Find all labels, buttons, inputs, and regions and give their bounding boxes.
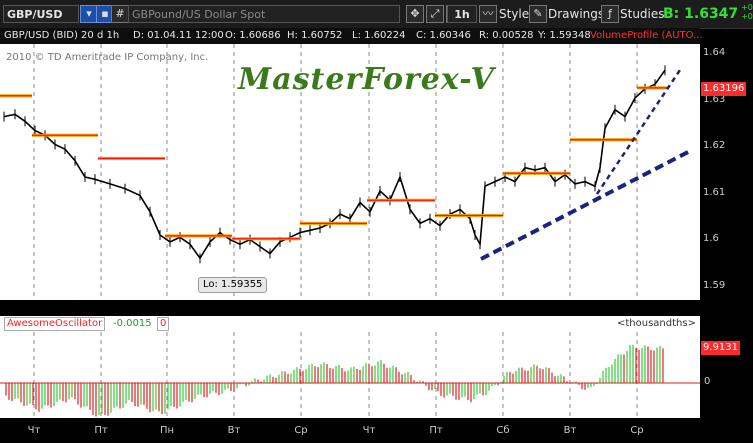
oscillator-name[interactable]: AwesomeOscillator	[4, 317, 106, 331]
study-name[interactable]: VolumeProfile (AUTO...	[590, 30, 703, 41]
price-tick: 1.64	[703, 47, 726, 58]
hash-button[interactable]: #	[111, 5, 129, 23]
oscillator-last-tag: 9.9131	[701, 341, 740, 355]
day-label: Ср	[630, 425, 644, 436]
oscillator-axis[interactable]: 9.9131 0	[700, 316, 753, 418]
oscillator-header: AwesomeOscillator -0.0015 0 <thousandths…	[0, 316, 700, 333]
change-top: +0.	[741, 3, 753, 12]
price-axis[interactable]: 1.64 1.63 1.62 1.61 1.6 1.59 1.63196	[700, 44, 753, 300]
bid-text: B: 1.6347	[663, 6, 739, 22]
pane-separator[interactable]	[0, 300, 753, 316]
price-tick: 1.59	[703, 280, 726, 291]
bid-price: B: 1.6347	[663, 4, 738, 24]
info-date: D: 01.04.11 12:00	[133, 30, 224, 41]
change-readout: +0. +0	[741, 3, 753, 21]
change-bottom: +0	[741, 12, 753, 21]
oscillator-pane[interactable]	[0, 332, 700, 418]
day-label: Сб	[496, 425, 510, 436]
low-price-label: Lo: 1.59355	[198, 277, 268, 293]
trend-line-lower	[480, 148, 693, 261]
price-tick: 1.6	[703, 233, 719, 244]
day-label: Вт	[563, 425, 577, 436]
symbol-period: GBP/USD (BID) 20 d 1h	[4, 30, 120, 41]
hash-text: #	[115, 7, 125, 20]
last-price-tag: 1.63196	[701, 82, 747, 96]
price-tick: 1.61	[703, 187, 726, 198]
oscillator-canvas	[0, 332, 700, 418]
symbol-text: GBP/USD	[7, 8, 63, 21]
day-label: Пт	[94, 425, 108, 436]
drawings-icon[interactable]: ✎	[529, 5, 547, 23]
style-button[interactable]: Style	[499, 4, 529, 24]
oscillator-value: -0.0015	[113, 318, 152, 329]
description-field: GBPound/US Dollar Spot	[128, 5, 400, 23]
price-chart[interactable]: 2010 © TD Ameritrade IP Company, Inc. Ma…	[0, 44, 700, 300]
price-tick: 1.62	[703, 140, 726, 151]
price-series	[3, 69, 666, 260]
oscillator-zero-tick: 0	[704, 376, 711, 387]
copyright-text: 2010 © TD Ameritrade IP Company, Inc.	[6, 52, 209, 63]
info-low: L: 1.60224	[352, 30, 406, 41]
day-label: Ср	[294, 425, 308, 436]
drawings-label: Drawings	[548, 7, 605, 21]
info-close: C: 1.60346	[416, 30, 471, 41]
style-icon[interactable]: 〰	[479, 5, 497, 23]
day-label: Чт	[362, 425, 376, 436]
day-label: Пн	[159, 425, 175, 436]
info-high: H: 1.60752	[287, 30, 343, 41]
symbol-selector[interactable]: GBP/USD	[3, 5, 79, 23]
trend-line-upper	[595, 66, 684, 195]
drawings-button[interactable]: Drawings	[548, 4, 604, 24]
day-label: Чт	[27, 425, 41, 436]
description-text: GBPound/US Dollar Spot	[132, 8, 266, 21]
info-y: Y: 1.59348	[538, 30, 591, 41]
info-range: R: 0.00528	[479, 30, 534, 41]
timeframe-selector[interactable]: 1h	[447, 5, 477, 23]
style-label: Style	[499, 7, 530, 21]
studies-label: Studies	[620, 7, 665, 21]
ohlc-info-bar: GBP/USD (BID) 20 d 1h D: 01.04.11 12:00 …	[0, 28, 703, 44]
watermark-logo: MasterForex-V	[238, 62, 495, 97]
timeframe-text: 1h	[454, 8, 470, 21]
chart-toolbar: GBP/USD ▾ ▪ # GBPound/US Dollar Spot ✥ ⤢…	[0, 0, 753, 29]
time-axis[interactable]: Чт Пт Пн Вт Ср Чт Пт Сб Вт Ср	[0, 418, 700, 443]
info-open: O: 1.60686	[225, 30, 281, 41]
studies-icon[interactable]: ƒ	[601, 5, 619, 23]
day-label: Пт	[429, 425, 443, 436]
oscillator-zero: 0	[157, 317, 170, 331]
crosshair-icon[interactable]: ⤢	[426, 5, 444, 23]
studies-button[interactable]: Studies	[620, 4, 665, 24]
oscillator-units: <thousandths>	[617, 318, 696, 329]
pan-icon[interactable]: ✥	[406, 5, 424, 23]
day-label: Вт	[227, 425, 241, 436]
